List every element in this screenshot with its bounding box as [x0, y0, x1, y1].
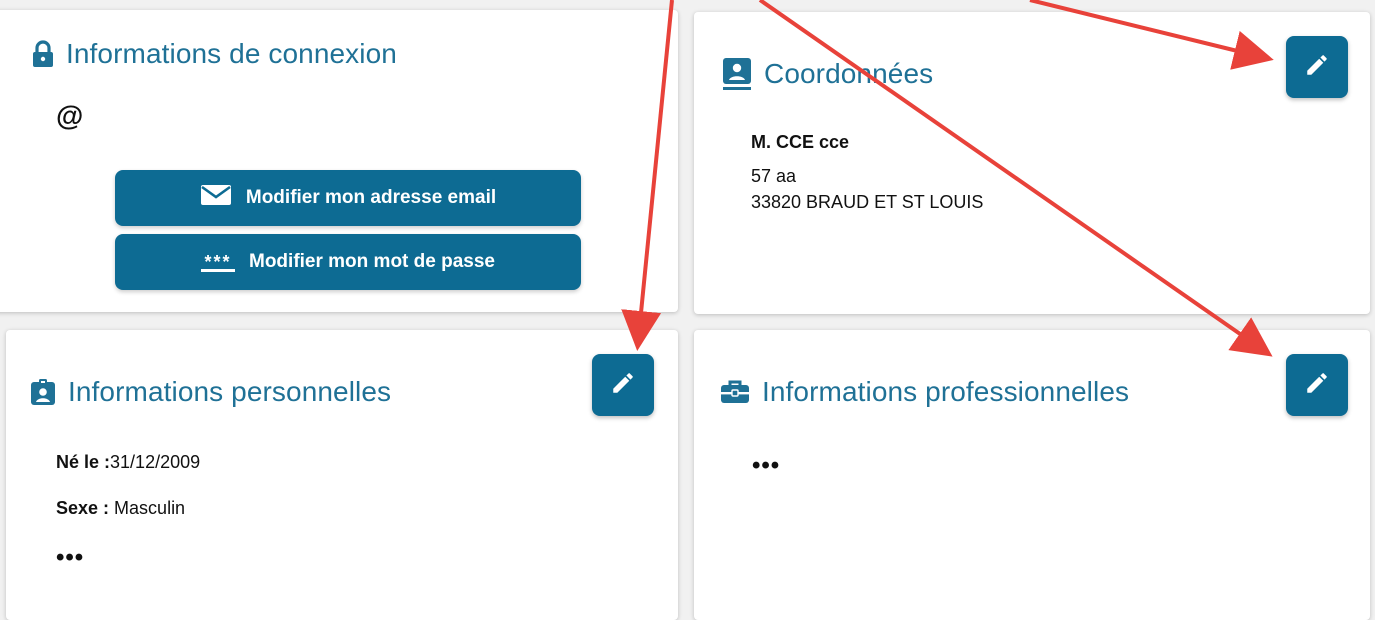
login-info-title: Informations de connexion: [32, 38, 397, 70]
pencil-icon: [610, 370, 636, 401]
id-badge-icon: [30, 378, 56, 406]
personal-info-card: Informations personnelles Né le :31/12/2…: [6, 330, 678, 620]
gender-value: Masculin: [109, 498, 186, 518]
professional-info-card: Informations professionnelles •••: [694, 330, 1370, 620]
login-info-card: Informations de connexion @ Modifier mon…: [0, 10, 678, 312]
birth-date-row: Né le :31/12/2009: [56, 452, 200, 473]
contact-title-text: Coordonnées: [764, 58, 934, 89]
gender-row: Sexe : Masculin: [56, 498, 185, 519]
envelope-icon: [200, 184, 232, 212]
professional-info-title-text: Informations professionnelles: [762, 376, 1130, 407]
login-info-title-text: Informations de connexion: [66, 38, 397, 69]
contact-card: Coordonnées M. CCE cce 57 aa 33820 BRAUD…: [694, 12, 1370, 314]
contact-address-line2: 33820 BRAUD ET ST LOUIS: [751, 192, 984, 212]
contact-edit-button[interactable]: [1286, 36, 1348, 98]
pencil-icon: [1304, 370, 1330, 401]
contact-title: Coordonnées: [722, 56, 933, 92]
change-password-button[interactable]: *** Modifier mon mot de passe: [115, 234, 581, 290]
login-email-value: @: [56, 100, 84, 131]
personal-info-title: Informations personnelles: [30, 376, 391, 408]
password-mask-icon: ***: [201, 253, 235, 272]
change-email-label: Modifier mon adresse email: [245, 187, 497, 208]
change-password-label: Modifier mon mot de passe: [249, 251, 495, 272]
professional-more-indicator: •••: [752, 452, 781, 479]
professional-edit-button[interactable]: [1286, 354, 1348, 416]
contact-name: M. CCE cce: [751, 132, 850, 152]
contact-card-icon: [722, 56, 752, 92]
gender-label: Sexe :: [56, 498, 110, 518]
personal-more-indicator: •••: [56, 544, 85, 571]
personal-info-title-text: Informations personnelles: [68, 376, 392, 407]
professional-info-title: Informations professionnelles: [720, 376, 1129, 408]
birth-date-value: 31/12/2009: [110, 452, 201, 472]
change-email-button[interactable]: Modifier mon adresse email: [115, 170, 581, 226]
personal-edit-button[interactable]: [592, 354, 654, 416]
pencil-icon: [1304, 52, 1330, 83]
lock-icon: [32, 40, 54, 68]
birth-date-label: Né le :: [56, 452, 111, 472]
briefcase-icon: [720, 379, 750, 405]
contact-address-line1: 57 aa: [751, 166, 797, 186]
